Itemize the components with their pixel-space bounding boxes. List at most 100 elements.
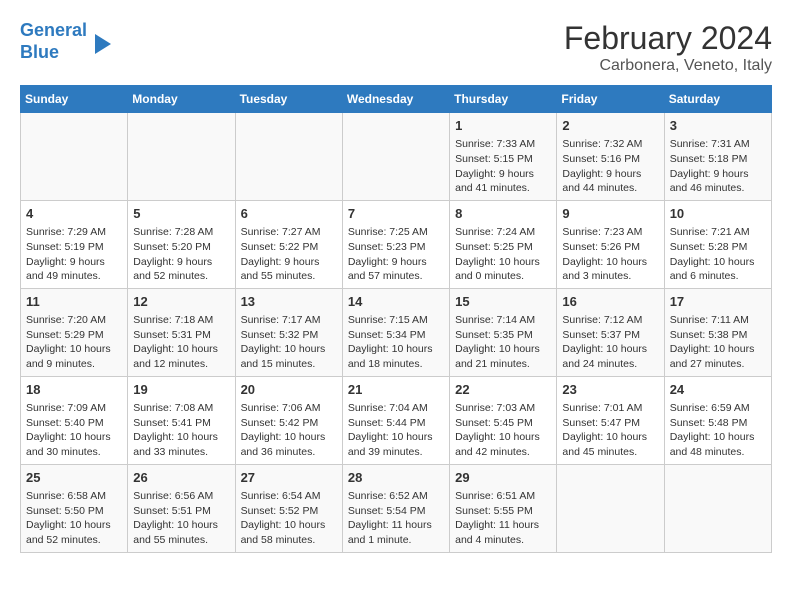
day-info: Sunrise: 6:52 AM Sunset: 5:54 PM Dayligh…: [348, 489, 444, 548]
day-info: Sunrise: 7:06 AM Sunset: 5:42 PM Dayligh…: [241, 401, 337, 460]
day-number: 13: [241, 293, 337, 311]
day-info: Sunrise: 7:24 AM Sunset: 5:25 PM Dayligh…: [455, 225, 551, 284]
day-info: Sunrise: 7:23 AM Sunset: 5:26 PM Dayligh…: [562, 225, 658, 284]
calendar-week-4: 18 Sunrise: 7:09 AM Sunset: 5:40 PM Dayli…: [21, 376, 772, 464]
calendar-cell: 3 Sunrise: 7:31 AM Sunset: 5:18 PM Daylig…: [664, 113, 771, 201]
day-number: 7: [348, 205, 444, 223]
logo-text: GeneralBlue: [20, 20, 87, 63]
day-number: 23: [562, 381, 658, 399]
col-tuesday: Tuesday: [235, 86, 342, 113]
calendar-week-5: 25 Sunrise: 6:58 AM Sunset: 5:50 PM Dayli…: [21, 464, 772, 552]
calendar-cell: 23 Sunrise: 7:01 AM Sunset: 5:47 PM Dayli…: [557, 376, 664, 464]
col-sunday: Sunday: [21, 86, 128, 113]
col-monday: Monday: [128, 86, 235, 113]
day-info: Sunrise: 7:15 AM Sunset: 5:34 PM Dayligh…: [348, 313, 444, 372]
col-thursday: Thursday: [450, 86, 557, 113]
calendar-cell: [21, 113, 128, 201]
calendar-cell: 16Sunrise: 7:12 AM Sunset: 5:37 PM Dayli…: [557, 288, 664, 376]
day-info: Sunrise: 6:54 AM Sunset: 5:52 PM Dayligh…: [241, 489, 337, 548]
calendar-cell: 13 Sunrise: 7:17 AM Sunset: 5:32 PM Dayli…: [235, 288, 342, 376]
day-info: Sunrise: 7:09 AM Sunset: 5:40 PM Dayligh…: [26, 401, 122, 460]
calendar-cell: 17 Sunrise: 7:11 AM Sunset: 5:38 PM Dayli…: [664, 288, 771, 376]
day-info: Sunrise: 7:27 AM Sunset: 5:22 PM Dayligh…: [241, 225, 337, 284]
day-info: Sunrise: 7:11 AM Sunset: 5:38 PM Dayligh…: [670, 313, 766, 372]
calendar-header: Sunday Monday Tuesday Wednesday Thursday…: [21, 86, 772, 113]
day-number: 28: [348, 469, 444, 487]
calendar-cell: 1 Sunrise: 7:33 AM Sunset: 5:15 PM Daylig…: [450, 113, 557, 201]
day-number: 6: [241, 205, 337, 223]
day-info: Sunrise: 7:14 AM Sunset: 5:35 PM Dayligh…: [455, 313, 551, 372]
day-info: Sunrise: 7:32 AM Sunset: 5:16 PM Dayligh…: [562, 137, 658, 196]
day-info: Sunrise: 6:56 AM Sunset: 5:51 PM Dayligh…: [133, 489, 229, 548]
calendar-cell: 10 Sunrise: 7:21 AM Sunset: 5:28 PM Dayli…: [664, 200, 771, 288]
calendar-cell: 22 Sunrise: 7:03 AM Sunset: 5:45 PM Dayli…: [450, 376, 557, 464]
day-number: 9: [562, 205, 658, 223]
calendar-cell: 19 Sunrise: 7:08 AM Sunset: 5:41 PM Dayli…: [128, 376, 235, 464]
calendar-week-1: 1 Sunrise: 7:33 AM Sunset: 5:15 PM Daylig…: [21, 113, 772, 201]
day-info: Sunrise: 7:20 AM Sunset: 5:29 PM Dayligh…: [26, 313, 122, 372]
day-info: Sunrise: 7:04 AM Sunset: 5:44 PM Dayligh…: [348, 401, 444, 460]
calendar-subtitle: Carbonera, Veneto, Italy: [564, 57, 772, 75]
day-info: Sunrise: 6:58 AM Sunset: 5:50 PM Dayligh…: [26, 489, 122, 548]
calendar-cell: 9 Sunrise: 7:23 AM Sunset: 5:26 PM Daylig…: [557, 200, 664, 288]
day-number: 8: [455, 205, 551, 223]
day-number: 5: [133, 205, 229, 223]
day-number: 21: [348, 381, 444, 399]
page-header: GeneralBlue February 2024 Carbonera, Ven…: [20, 20, 772, 75]
calendar-cell: 2Sunrise: 7:32 AM Sunset: 5:16 PM Daylig…: [557, 113, 664, 201]
day-info: Sunrise: 7:17 AM Sunset: 5:32 PM Dayligh…: [241, 313, 337, 372]
calendar-cell: 29Sunrise: 6:51 AM Sunset: 5:55 PM Dayli…: [450, 464, 557, 552]
day-number: 20: [241, 381, 337, 399]
day-number: 24: [670, 381, 766, 399]
day-info: Sunrise: 6:59 AM Sunset: 5:48 PM Dayligh…: [670, 401, 766, 460]
day-info: Sunrise: 7:03 AM Sunset: 5:45 PM Dayligh…: [455, 401, 551, 460]
day-number: 19: [133, 381, 229, 399]
day-number: 4: [26, 205, 122, 223]
day-number: 3: [670, 117, 766, 135]
col-saturday: Saturday: [664, 86, 771, 113]
calendar-week-2: 4Sunrise: 7:29 AM Sunset: 5:19 PM Daylig…: [21, 200, 772, 288]
day-info: Sunrise: 7:21 AM Sunset: 5:28 PM Dayligh…: [670, 225, 766, 284]
calendar-cell: 14Sunrise: 7:15 AM Sunset: 5:34 PM Dayli…: [342, 288, 449, 376]
day-number: 1: [455, 117, 551, 135]
calendar-cell: 18 Sunrise: 7:09 AM Sunset: 5:40 PM Dayli…: [21, 376, 128, 464]
header-row: Sunday Monday Tuesday Wednesday Thursday…: [21, 86, 772, 113]
calendar-cell: [557, 464, 664, 552]
day-number: 15: [455, 293, 551, 311]
calendar-cell: 24 Sunrise: 6:59 AM Sunset: 5:48 PM Dayli…: [664, 376, 771, 464]
calendar-cell: 15 Sunrise: 7:14 AM Sunset: 5:35 PM Dayli…: [450, 288, 557, 376]
day-number: 29: [455, 469, 551, 487]
day-number: 26: [133, 469, 229, 487]
day-number: 17: [670, 293, 766, 311]
day-number: 10: [670, 205, 766, 223]
calendar-cell: [342, 113, 449, 201]
day-info: Sunrise: 7:01 AM Sunset: 5:47 PM Dayligh…: [562, 401, 658, 460]
day-number: 22: [455, 381, 551, 399]
day-info: Sunrise: 7:12 AM Sunset: 5:37 PM Dayligh…: [562, 313, 658, 372]
day-info: Sunrise: 7:28 AM Sunset: 5:20 PM Dayligh…: [133, 225, 229, 284]
calendar-cell: 21 Sunrise: 7:04 AM Sunset: 5:44 PM Dayli…: [342, 376, 449, 464]
day-info: Sunrise: 7:25 AM Sunset: 5:23 PM Dayligh…: [348, 225, 444, 284]
calendar-cell: 12Sunrise: 7:18 AM Sunset: 5:31 PM Dayli…: [128, 288, 235, 376]
logo: GeneralBlue: [20, 20, 111, 63]
day-number: 25: [26, 469, 122, 487]
day-info: Sunrise: 7:33 AM Sunset: 5:15 PM Dayligh…: [455, 137, 551, 196]
calendar-cell: 25 Sunrise: 6:58 AM Sunset: 5:50 PM Dayli…: [21, 464, 128, 552]
calendar-cell: [235, 113, 342, 201]
col-friday: Friday: [557, 86, 664, 113]
day-info: Sunrise: 7:31 AM Sunset: 5:18 PM Dayligh…: [670, 137, 766, 196]
day-number: 11: [26, 293, 122, 311]
day-number: 18: [26, 381, 122, 399]
logo-line2: Blue: [20, 42, 59, 62]
calendar-cell: 6 Sunrise: 7:27 AM Sunset: 5:22 PM Daylig…: [235, 200, 342, 288]
calendar-cell: 28 Sunrise: 6:52 AM Sunset: 5:54 PM Dayli…: [342, 464, 449, 552]
day-info: Sunrise: 7:08 AM Sunset: 5:41 PM Dayligh…: [133, 401, 229, 460]
calendar-cell: 20 Sunrise: 7:06 AM Sunset: 5:42 PM Dayli…: [235, 376, 342, 464]
calendar-cell: 27 Sunrise: 6:54 AM Sunset: 5:52 PM Dayli…: [235, 464, 342, 552]
day-number: 27: [241, 469, 337, 487]
logo-arrow-icon: [95, 34, 111, 54]
day-info: Sunrise: 7:18 AM Sunset: 5:31 PM Dayligh…: [133, 313, 229, 372]
calendar-week-3: 11 Sunrise: 7:20 AM Sunset: 5:29 PM Dayli…: [21, 288, 772, 376]
title-block: February 2024 Carbonera, Veneto, Italy: [564, 20, 772, 75]
calendar-cell: [664, 464, 771, 552]
